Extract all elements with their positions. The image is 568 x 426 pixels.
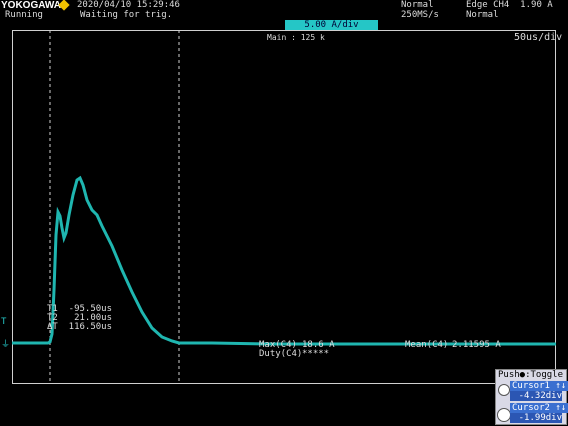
mean-value: 2.11595 A: [452, 340, 501, 350]
trigger-condition: Edge CH4 1.90 A: [466, 0, 553, 10]
trigger-status: Waiting for trig.: [80, 10, 173, 20]
mean-label: Mean(C4): [405, 340, 449, 350]
cursor2-value: -1.99div: [510, 413, 562, 423]
trigger-level-marker: T: [1, 317, 7, 327]
duty-label: Duty(C4): [259, 349, 303, 359]
duty-value: *****: [302, 349, 330, 359]
acquisition-status: Running: [5, 10, 43, 20]
cursor2-label[interactable]: Cursor2 ↑↓: [510, 403, 568, 413]
cursor-panel[interactable]: Push●:Toggle Cursor1 ↑↓ -4.32div Cursor2…: [495, 369, 568, 425]
cursor1-label[interactable]: Cursor1 ↑↓: [510, 381, 568, 391]
cursor1-value: -4.32div: [510, 391, 562, 401]
sample-rate: 250MS/s: [401, 10, 439, 20]
knob-icon: [498, 384, 510, 396]
trigger-mode: Normal: [466, 10, 499, 20]
push-toggle-label: Push●:Toggle: [498, 370, 564, 380]
acquisition-mode: Normal: [401, 0, 434, 10]
cursor-delta-readout: ΔT 116.50us: [47, 322, 113, 332]
knob-icon: [497, 408, 511, 422]
channel-scale-badge[interactable]: 5.00 A/div: [285, 20, 378, 30]
ground-marker-icon: ⏚: [1, 340, 11, 350]
datetime: 2020/04/10 15:29:46: [77, 0, 180, 10]
